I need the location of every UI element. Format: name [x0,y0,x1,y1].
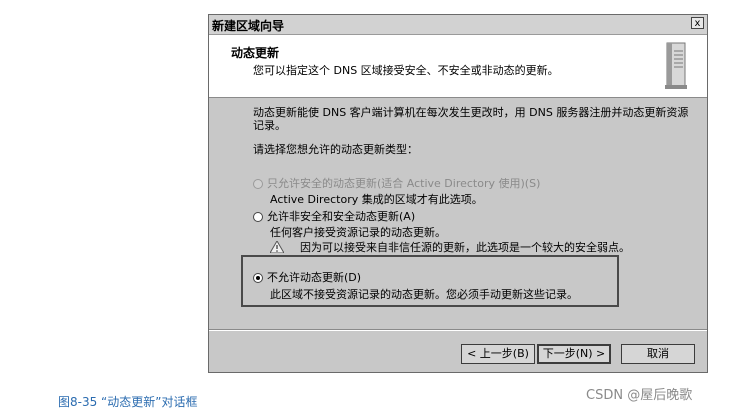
option-label: 允许非安全和安全动态更新(A) [267,210,416,223]
warning-text: 因为可以接受来自非信任源的更新，此选项是一个较大的安全弱点。 [300,241,630,254]
separator [209,329,707,331]
radio-button[interactable] [253,179,263,189]
warning-icon [270,241,284,253]
prompt-text: 请选择您想允许的动态更新类型： [253,143,418,156]
title-bar: 新建区域向导 x [209,15,707,35]
window-title: 新建区域向导 [212,19,285,33]
close-icon: x [694,18,701,29]
option-detail: 此区域不接受资源记录的动态更新。您必须手动更新这些记录。 [270,288,578,301]
back-button[interactable]: < 上一步(B) [461,344,535,364]
option-detail: Active Directory 集成的区域才有此选项。 [270,193,483,206]
figure-caption: 图8-35 “动态更新”对话框 [58,395,198,409]
header-subtitle: 您可以指定这个 DNS 区域接受安全、不安全或非动态的更新。 [253,64,559,77]
watermark: CSDN @屋后晚歌 [586,388,693,403]
new-zone-wizard-dialog: 新建区域向导 x 动态更新 您可以指定这个 DNS 区域接受安全、不安全或非动态… [208,14,708,373]
option-detail: 任何客户接受资源记录的动态更新。 [270,226,446,239]
server-icon [665,42,687,89]
option-label: 只允许安全的动态更新(适合 Active Directory 使用)(S) [267,177,541,190]
option-nonsecure-and-secure[interactable]: 允许非安全和安全动态更新(A) [253,208,415,224]
option-secure-only[interactable]: 只允许安全的动态更新(适合 Active Directory 使用)(S) [253,175,540,191]
close-button[interactable]: x [691,17,704,29]
radio-button[interactable] [253,212,263,222]
option-no-dynamic-update[interactable]: 不允许动态更新(D) [253,269,361,285]
header-title: 动态更新 [231,46,280,60]
cancel-button[interactable]: 取消 [621,344,695,364]
description-text: 动态更新能使 DNS 客户端计算机在每次发生更改时，用 DNS 服务器注册并动态… [253,106,689,132]
next-button[interactable]: 下一步(N) > [537,344,611,364]
option-label: 不允许动态更新(D) [267,271,362,284]
radio-button[interactable] [253,273,263,283]
wizard-header: 动态更新 您可以指定这个 DNS 区域接受安全、不安全或非动态的更新。 [209,35,707,98]
